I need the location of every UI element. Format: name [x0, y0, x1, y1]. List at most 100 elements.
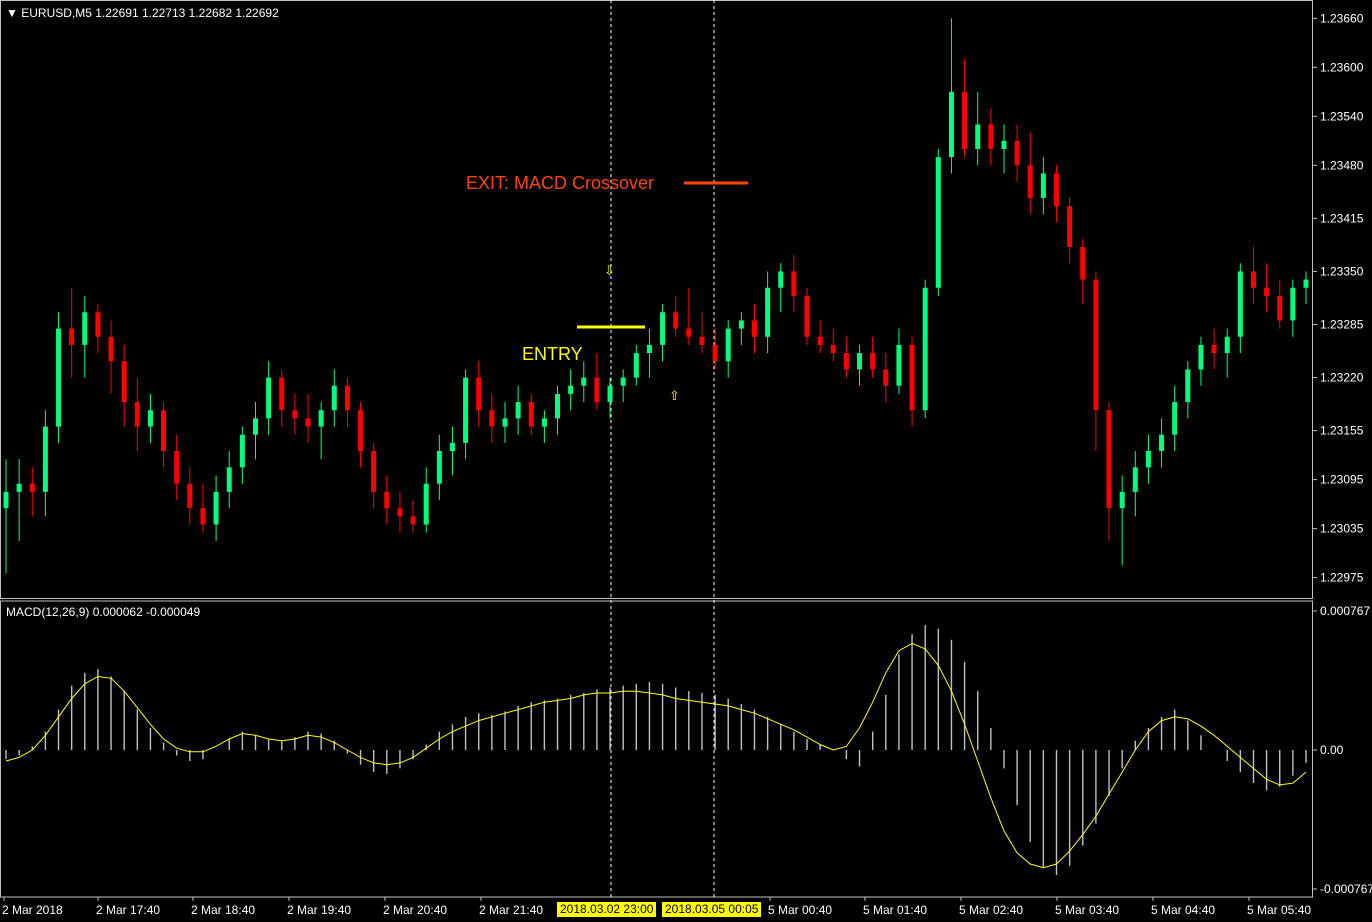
time-tick-label: 5 Mar 04:40: [1151, 903, 1215, 917]
bull-candle: [1132, 467, 1138, 492]
price-tick-label: 1.23285: [1320, 317, 1364, 331]
bear-candle: [699, 336, 705, 345]
bull-candle: [541, 418, 547, 427]
bear-candle: [344, 385, 350, 411]
time-tick-label: 2 Mar 21:40: [479, 903, 543, 917]
bull-candle: [56, 328, 62, 427]
macd-signal-line: [5, 642, 1307, 869]
time-tick-label: 5 Mar 00:40: [768, 903, 832, 917]
bull-candle: [1198, 344, 1204, 370]
crosshair-time-badge-1: 2018.03.02 23:00: [557, 902, 657, 917]
bear-candle: [883, 369, 889, 386]
price-axis: 1.23660 1.23600 1.23540 1.23480 1.23415 1.233…: [1312, 11, 1364, 585]
bear-candle: [161, 410, 167, 452]
bear-candle: [1250, 271, 1256, 288]
bear-candle: [134, 402, 140, 427]
bull-candle: [1303, 279, 1309, 288]
bear-candle: [397, 508, 403, 517]
bull-candle: [318, 410, 324, 427]
macd-tick-label: -0.000767: [1320, 882, 1372, 896]
bull-candle: [82, 312, 88, 345]
bear-candle: [384, 491, 390, 509]
bear-candle: [1027, 165, 1033, 198]
arrow-down-icon: ⇩: [604, 263, 615, 278]
bull-candle: [1172, 402, 1178, 435]
time-tick-label: 2 Mar 2018: [2, 903, 63, 917]
bear-candle: [121, 361, 127, 403]
bear-candle: [200, 508, 206, 525]
bull-candle: [213, 491, 219, 525]
entry-label: ENTRY: [522, 344, 583, 364]
time-tick-label: 5 Mar 03:40: [1055, 903, 1119, 917]
bear-candle: [843, 353, 849, 370]
macd-axis: 0.000767 0.00 -0.000767: [1312, 604, 1372, 896]
bull-candle: [975, 124, 981, 149]
bull-candle: [922, 287, 928, 411]
main-pane-frame: [0, 0, 1313, 599]
bear-candle: [962, 91, 968, 149]
bear-candle: [870, 353, 876, 370]
bull-candle: [147, 410, 153, 427]
bull-candle: [1224, 336, 1230, 354]
bull-candle: [568, 385, 574, 394]
bull-candle: [252, 418, 258, 435]
candlestick-series: [3, 18, 1309, 574]
bear-candle: [988, 124, 994, 149]
exit-label: EXIT: MACD Crossover: [466, 173, 654, 193]
collapse-triangle-icon[interactable]: ▼: [6, 6, 18, 20]
bear-candle: [108, 336, 114, 362]
chart-frames: [0, 0, 1313, 898]
bear-candle: [1264, 287, 1270, 296]
bear-candle: [69, 328, 75, 345]
bear-candle: [909, 344, 915, 411]
crosshair-time-badge-2: 2018.03.05 00:05: [662, 902, 762, 917]
bull-candle: [935, 157, 941, 288]
bull-candle: [896, 344, 902, 386]
indicator-pane-frame: [0, 600, 1313, 898]
bear-candle: [712, 344, 718, 362]
macd-label: MACD(12,26,9) 0.000062 -0.000049: [6, 605, 201, 619]
price-tick-label: 1.23220: [1320, 371, 1364, 385]
bear-candle: [305, 418, 311, 427]
time-tick-label: 2 Mar 19:40: [287, 903, 351, 917]
trade-annotations: ENTRY EXIT: MACD Crossover ⇩ ⇧: [466, 173, 748, 403]
bull-candle: [778, 271, 784, 288]
bear-candle: [751, 320, 757, 337]
bear-candle: [1014, 140, 1020, 166]
bull-candle: [581, 377, 587, 386]
time-tick-label: 5 Mar 05:40: [1247, 903, 1311, 917]
price-tick-label: 1.23480: [1320, 158, 1364, 172]
bull-candle: [1185, 369, 1191, 403]
bear-candle: [1054, 173, 1060, 207]
bull-candle: [331, 385, 337, 411]
bear-candle: [686, 328, 692, 337]
bull-candle: [1040, 173, 1046, 198]
bear-candle: [1106, 410, 1112, 509]
bear-candle: [371, 451, 377, 492]
macd-tick-label: 0.00: [1320, 743, 1344, 757]
bull-candle: [502, 418, 508, 427]
macd-tick-label: 0.000767: [1320, 604, 1370, 618]
time-tick-label: 2 Mar 17:40: [96, 903, 160, 917]
bull-candle: [449, 442, 455, 452]
bull-candle: [646, 344, 652, 354]
trading-chart[interactable]: ENTRYEXIT: MACD Crossover⇩⇧ 1.236601.236…: [0, 0, 1372, 922]
bull-candle: [857, 353, 863, 370]
bear-candle: [673, 312, 679, 329]
bull-candle: [607, 385, 613, 403]
bear-candle: [594, 377, 600, 403]
price-tick-label: 1.23035: [1320, 522, 1364, 536]
bear-candle: [1277, 295, 1283, 321]
bull-candle: [42, 426, 48, 492]
bull-candle: [1290, 287, 1296, 321]
bear-candle: [1211, 344, 1217, 354]
bull-candle: [948, 91, 954, 158]
bull-candle: [1159, 434, 1165, 452]
bear-candle: [791, 271, 797, 296]
price-tick-label: 1.23415: [1320, 211, 1364, 225]
price-tick-label: 1.23155: [1320, 424, 1364, 438]
bull-candle: [1237, 271, 1243, 337]
bear-candle: [292, 410, 298, 419]
bull-candle: [3, 491, 9, 509]
bear-candle: [95, 312, 101, 337]
